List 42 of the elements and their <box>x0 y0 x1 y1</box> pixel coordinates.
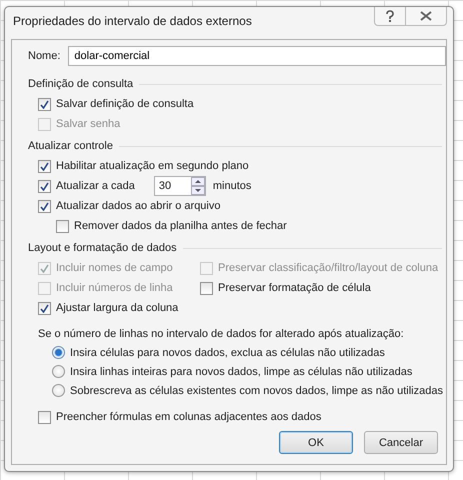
checkbox-label: Salvar senha <box>56 118 120 130</box>
spin-arrows-icon <box>190 177 205 195</box>
cancel-button[interactable]: Cancelar <box>364 431 438 454</box>
spin-field[interactable]: 30 <box>154 176 206 196</box>
radio-label: Insira linhas inteiras para novos dados, limpe as células não utilizadas <box>70 366 412 378</box>
close-icon <box>420 11 432 21</box>
name-field[interactable]: dolar-comercial <box>68 46 446 66</box>
checkbox-label: Atualizar dados ao abrir o arquivo <box>56 200 220 212</box>
checkbox-label: Preservar classificação/filtro/layout de coluna <box>218 262 438 274</box>
checkbox-label: Incluir nomes de campo <box>56 262 173 274</box>
section-title: Definição de consulta <box>28 78 134 90</box>
close-button[interactable] <box>406 7 447 26</box>
radio-label: Sobrescreva as células existentes com novos dados, limpe as não utilizadas <box>70 384 443 396</box>
checkbox-label: Ajustar largura da coluna <box>56 302 178 314</box>
radio-button[interactable] <box>52 384 65 397</box>
radio-label: Insira células para novos dados, exclua as células não utilizadas <box>70 346 385 358</box>
radio-button[interactable] <box>52 365 65 378</box>
question-text: Se o número de linhas no intervalo de dados for alterado após atualização: <box>37 326 405 342</box>
checkbox-label: Preservar formatação de célula <box>218 282 371 294</box>
help-button[interactable] <box>374 7 406 26</box>
checkbox[interactable] <box>38 302 51 314</box>
checkbox[interactable] <box>38 410 51 424</box>
section-title: Layout e formatação de dados <box>28 242 177 254</box>
checkbox[interactable] <box>38 200 51 212</box>
ok-button[interactable]: OK <box>279 431 353 454</box>
checkbox-label: Habilitar atualização em segundo plano <box>56 160 249 172</box>
checkbox-label: Incluir números de linha <box>56 282 173 294</box>
checkbox[interactable] <box>38 160 51 172</box>
checkbox-label: Preencher fórmulas em colunas adjacentes aos dados <box>56 411 322 423</box>
section-title: Atualizar controle <box>28 140 113 152</box>
name-label: Nome: <box>28 50 60 62</box>
checkbox[interactable] <box>38 180 51 192</box>
help-icon <box>385 10 395 22</box>
checkbox-label: Atualizar a cada <box>56 180 135 192</box>
radio-button[interactable] <box>52 346 65 359</box>
checkbox[interactable] <box>38 98 51 110</box>
unit-label: minutos <box>212 180 252 192</box>
checkbox[interactable] <box>56 220 69 232</box>
checkbox-label: Salvar definição de consulta <box>56 98 194 110</box>
checkbox[interactable] <box>200 282 213 294</box>
checkbox-label: Remover dados da planilha antes de fechar <box>74 220 287 232</box>
window-title: Propriedades do intervalo de dados externos <box>13 14 252 28</box>
